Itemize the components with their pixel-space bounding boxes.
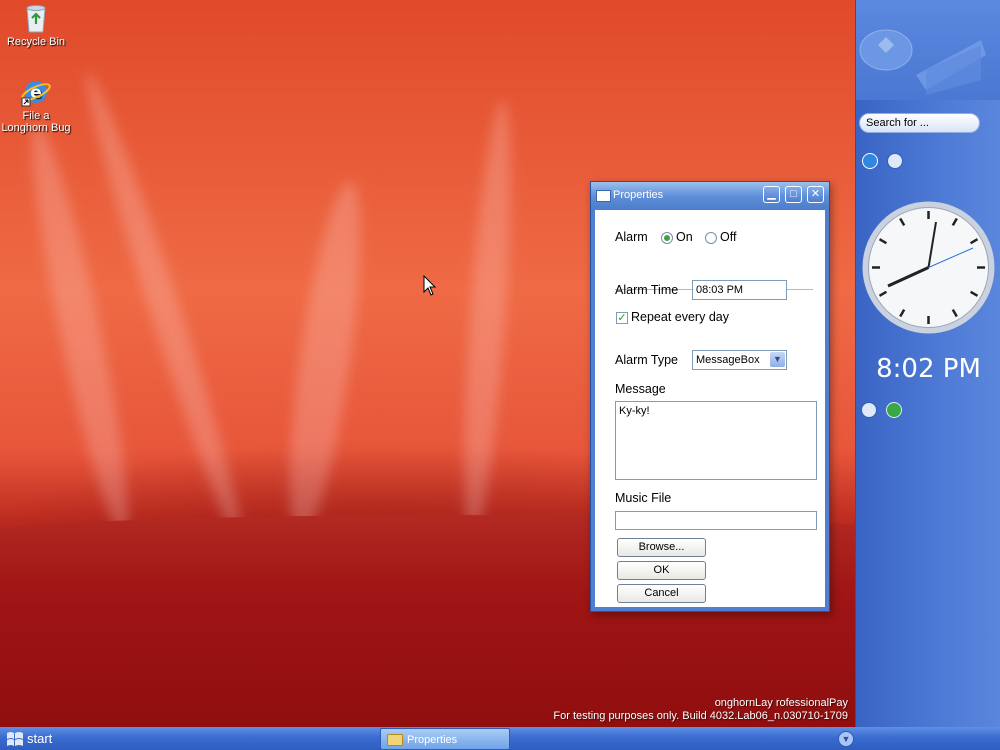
maximize-button[interactable]: □ (785, 186, 802, 203)
taskbar: start Properties ▼ (0, 727, 1000, 750)
alarm-type-value: MessageBox (696, 354, 760, 366)
alarm-on-label[interactable]: On (676, 230, 693, 244)
chevron-down-icon: ▼ (841, 734, 851, 744)
watermark-line-1: onghornLay rofessionalPay (714, 697, 848, 709)
wallpaper-streak (275, 178, 375, 542)
build-watermark: onghornLay rofessionalPay For testing pu… (553, 697, 848, 723)
minimize-button[interactable]: ▁ (763, 186, 780, 203)
sidebar: Search for ... 8:02 PM (855, 0, 1000, 727)
recycle-bin-icon (20, 2, 52, 34)
desktop-icon-file-a-bug[interactable]: e File a Longhorn Bug (0, 76, 72, 134)
taskbar-task-label: Properties (407, 734, 458, 746)
music-file-label: Music File (615, 491, 672, 505)
browse-button[interactable]: Browse... (617, 538, 706, 557)
desktop-icon-label: File a Longhorn Bug (1, 110, 71, 134)
alarm-label: Alarm (615, 230, 648, 244)
message-label: Message (615, 382, 666, 396)
alarm-off-label[interactable]: Off (720, 230, 736, 244)
windows-flag-icon (7, 732, 23, 746)
window-client-area: Alarm On Off Alarm Time 08:03 PM ✓ Repea… (595, 210, 825, 607)
sidebar-time: 8:02 PM (876, 354, 981, 384)
analog-clock (862, 201, 995, 334)
maximize-icon: □ (790, 188, 797, 200)
alarm-time-label: Alarm Time (615, 283, 679, 297)
tray-expand-button[interactable]: ▼ (838, 731, 854, 747)
folder-icon (387, 734, 403, 746)
window-title: Properties (613, 189, 664, 201)
close-icon: ✕ (810, 188, 821, 200)
taskbar-properties-button[interactable]: Properties (380, 728, 510, 750)
messenger-icon[interactable] (887, 153, 903, 169)
sidebar-search-input[interactable]: Search for ... (859, 113, 980, 133)
close-button[interactable]: ✕ (807, 186, 824, 203)
sidebar-logo-icon (859, 29, 986, 95)
window-icon (596, 190, 611, 202)
speaker-icon[interactable] (861, 402, 877, 418)
alarm-off-radio[interactable] (705, 232, 717, 244)
mouse-cursor-icon (423, 275, 437, 296)
desktop-icon-recycle-bin[interactable]: Recycle Bin (0, 2, 72, 48)
alarm-type-label: Alarm Type (615, 353, 678, 367)
internet-explorer-icon[interactable] (862, 153, 878, 169)
music-file-input[interactable] (615, 511, 817, 530)
minimize-icon: ▁ (767, 188, 776, 200)
cancel-button[interactable]: Cancel (617, 584, 706, 603)
ok-button[interactable]: OK (617, 561, 706, 580)
internet-explorer-icon: e (20, 76, 52, 108)
properties-window: Properties ▁ □ ✕ Alarm On Off Alarm Time… (590, 181, 830, 612)
repeat-label[interactable]: Repeat every day (631, 310, 729, 324)
alarm-type-select[interactable]: MessageBox ▼ (692, 350, 787, 370)
alarm-time-input[interactable]: 08:03 PM (692, 280, 787, 300)
alarm-on-radio[interactable] (661, 232, 673, 244)
network-icon[interactable] (886, 402, 902, 418)
dropdown-arrow-icon: ▼ (770, 352, 785, 367)
sidebar-header (856, 0, 1000, 100)
start-button[interactable]: start (0, 727, 90, 750)
window-titlebar[interactable]: Properties ▁ □ ✕ (591, 182, 829, 208)
desktop-icon-label: Recycle Bin (6, 36, 66, 48)
start-label: start (27, 731, 53, 746)
wallpaper-streak (454, 99, 521, 541)
repeat-checkbox[interactable]: ✓ (616, 312, 628, 324)
watermark-line-2: For testing purposes only. Build 4032.La… (553, 710, 848, 722)
message-textarea[interactable]: Ky-ky! (615, 401, 817, 480)
